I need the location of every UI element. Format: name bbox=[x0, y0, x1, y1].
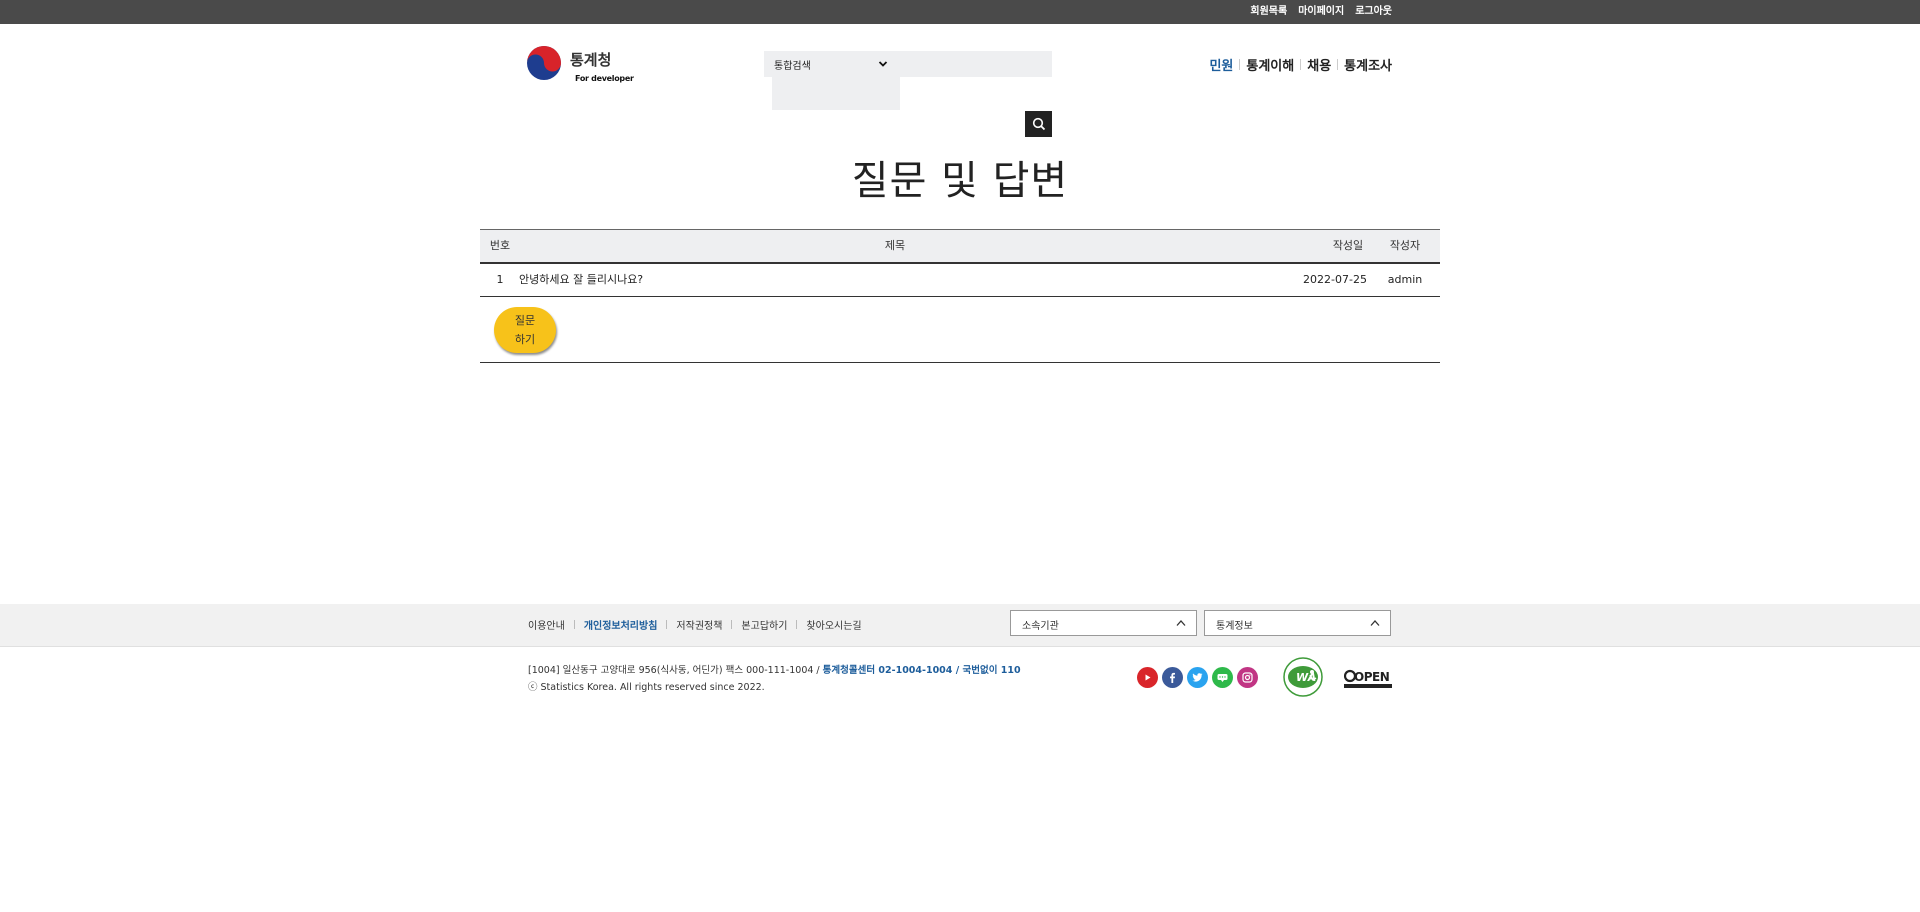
row-author: admin bbox=[1387, 273, 1423, 286]
blog-icon[interactable] bbox=[1212, 667, 1233, 688]
footer-link-directions[interactable]: 찾아오시는길 bbox=[806, 617, 861, 632]
affiliated-org-select[interactable]: 소속기관 bbox=[1010, 610, 1197, 636]
search-scope-select[interactable]: 통합검색 bbox=[774, 56, 888, 72]
search-scope-label: 통합검색 bbox=[774, 60, 811, 72]
row-title-link[interactable]: 안녕하세요 잘 들리시나요? bbox=[519, 264, 643, 296]
search-icon bbox=[1032, 117, 1045, 131]
footer-divider bbox=[731, 620, 733, 629]
logo-subtitle: For developer bbox=[575, 74, 634, 83]
copyright-text: ⓒ Statistics Korea. All rights reserved … bbox=[528, 682, 765, 693]
column-title: 제목 bbox=[884, 239, 906, 252]
utility-links: 회원목록 마이페이지 로그아웃 bbox=[1250, 5, 1392, 18]
facebook-icon[interactable] bbox=[1162, 667, 1183, 688]
affiliated-org-label: 소속기관 bbox=[1022, 621, 1059, 632]
board-actions: 질문 하기 bbox=[480, 297, 1440, 363]
nav-item-survey[interactable]: 통계조사 bbox=[1344, 55, 1392, 74]
nav-divider bbox=[1239, 59, 1241, 70]
address-text: [1004] 일산동구 고양대로 956(식사동, 어딘가) 팩스 000-11… bbox=[528, 665, 820, 676]
footer-links: 이용안내 개인정보처리방침 저작권정책 본고답하기 찾아오시는길 bbox=[528, 617, 862, 632]
qna-board: 번호 제목 작성일 작성자 1 안녕하세요 잘 들리시나요? 2022-07-2… bbox=[480, 229, 1440, 363]
site-logo[interactable]: 통계청 For developer bbox=[526, 44, 634, 88]
nav-item-civil[interactable]: 민원 bbox=[1209, 55, 1233, 74]
page-title: 질문 및 답변 bbox=[851, 158, 1069, 204]
sns-links bbox=[1137, 667, 1258, 688]
chevron-down-icon bbox=[878, 61, 888, 67]
footer-link-guide[interactable]: 이용안내 bbox=[528, 617, 565, 632]
column-author: 작성자 bbox=[1389, 239, 1421, 252]
footer-divider bbox=[796, 620, 798, 629]
footer-link-copyright[interactable]: 저작권정책 bbox=[676, 617, 722, 632]
taegeuk-logo-icon bbox=[527, 46, 561, 80]
open-license-mark-icon: OPEN bbox=[1344, 669, 1392, 688]
web-accessibility-mark-icon: WA bbox=[1283, 657, 1323, 697]
youtube-icon[interactable] bbox=[1137, 667, 1158, 688]
svg-text:OPEN: OPEN bbox=[1354, 670, 1389, 684]
search-area: 통합검색 bbox=[764, 51, 1052, 77]
nav-item-recruit[interactable]: 채용 bbox=[1307, 55, 1331, 74]
logout-link[interactable]: 로그아웃 bbox=[1355, 5, 1392, 18]
global-nav: 민원 통계이해 채용 통계조사 bbox=[1209, 55, 1392, 74]
footer-address: [1004] 일산동구 고양대로 956(식사동, 어딘가) 팩스 000-11… bbox=[528, 662, 1021, 696]
ask-question-button[interactable]: 질문 하기 bbox=[494, 307, 556, 353]
stats-info-label: 통계정보 bbox=[1216, 621, 1253, 632]
search-button[interactable] bbox=[1025, 111, 1052, 137]
footer-link-privacy[interactable]: 개인정보처리방침 bbox=[584, 617, 658, 632]
nav-divider bbox=[1300, 59, 1302, 70]
footer-divider bbox=[666, 620, 668, 629]
logo-title: 통계청 bbox=[570, 51, 612, 69]
mypage-link[interactable]: 마이페이지 bbox=[1298, 5, 1344, 18]
footer-divider bbox=[573, 620, 575, 629]
stats-info-select[interactable]: 통계정보 bbox=[1204, 610, 1391, 636]
member-list-link[interactable]: 회원목록 bbox=[1250, 5, 1287, 18]
footer-link-report[interactable]: 본고답하기 bbox=[741, 617, 787, 632]
instagram-icon[interactable] bbox=[1237, 667, 1258, 688]
search-input[interactable] bbox=[772, 77, 900, 110]
row-number: 1 bbox=[496, 273, 504, 286]
footer-links-bar: 이용안내 개인정보처리방침 저작권정책 본고답하기 찾아오시는길 소속기관 통계… bbox=[0, 604, 1920, 647]
nav-divider bbox=[1337, 59, 1339, 70]
twitter-icon[interactable] bbox=[1187, 667, 1208, 688]
utility-bar: 회원목록 마이페이지 로그아웃 bbox=[0, 0, 1920, 24]
table-header: 번호 제목 작성일 작성자 bbox=[480, 229, 1440, 264]
chevron-up-icon bbox=[1370, 620, 1380, 626]
chevron-up-icon bbox=[1176, 620, 1186, 626]
nav-item-stats-guide[interactable]: 통계이해 bbox=[1246, 55, 1294, 74]
table-row[interactable]: 1 안녕하세요 잘 들리시나요? 2022-07-25 admin bbox=[480, 264, 1440, 297]
contact-text: 통계청콜센터 02-1004-1004 / 국번없이 110 bbox=[822, 665, 1021, 676]
